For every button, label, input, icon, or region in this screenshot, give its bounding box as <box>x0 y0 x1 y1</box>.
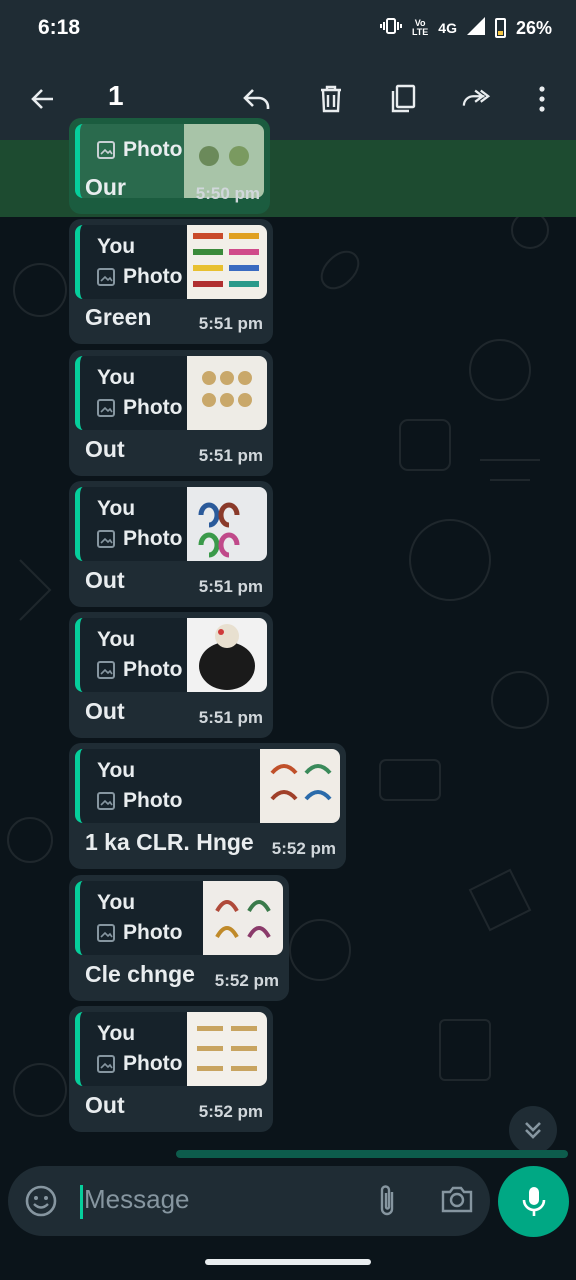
delete-icon[interactable] <box>316 84 346 114</box>
quoted-type: Photo <box>97 1052 182 1076</box>
quoted-type: Photo <box>97 921 182 945</box>
status-time: 6:18 <box>38 16 81 39</box>
status-bar: 6:18 Vo LTE 4G 26% <box>0 0 576 56</box>
quoted-thumbnail <box>187 618 267 692</box>
quoted-type: Photo <box>97 396 182 420</box>
quoted-thumbnail <box>187 1012 267 1086</box>
mic-button[interactable] <box>498 1166 569 1237</box>
quoted-author: You <box>97 628 136 651</box>
volte-icon: Vo LTE <box>411 18 429 37</box>
quoted-thumbnail <box>187 225 267 299</box>
quoted-type: Photo <box>97 527 182 551</box>
quoted-author: You <box>97 891 136 914</box>
message-time: 5:52 pm <box>198 1102 263 1121</box>
input-divider <box>176 1150 568 1158</box>
message-bubble[interactable]: You Photo Out 5:51 pm <box>69 481 273 607</box>
quoted-author: You <box>97 759 136 782</box>
text-caret <box>80 1185 83 1219</box>
message-text: Cle chnge <box>85 961 195 987</box>
message-time: 5:51 pm <box>198 314 263 333</box>
photo-icon <box>97 1055 115 1073</box>
message-composer[interactable]: Message <box>8 1166 490 1236</box>
quoted-author: You <box>97 235 136 258</box>
quoted-type: Photo <box>97 658 182 682</box>
message-text: Out <box>85 567 125 593</box>
signal-icon <box>466 16 485 40</box>
message-text: Green <box>85 304 152 330</box>
photo-icon <box>97 530 115 548</box>
quoted-thumbnail <box>260 749 340 823</box>
message-text: Out <box>85 1092 125 1118</box>
photo-icon <box>97 792 115 810</box>
message-bubble[interactable]: You Photo Out 5:52 pm <box>69 1006 273 1132</box>
double-chevron-down-icon <box>525 1122 541 1139</box>
photo-icon <box>97 268 115 286</box>
message-bubble[interactable]: You Photo Cle chnge 5:52 pm <box>69 875 289 1001</box>
message-time: 5:52 pm <box>271 839 336 858</box>
message-time: 5:51 pm <box>198 446 263 465</box>
quoted-message[interactable]: You Photo <box>75 618 267 692</box>
message-time: 5:51 pm <box>198 577 263 596</box>
mic-icon <box>522 1186 545 1216</box>
message-text: Our <box>85 174 126 200</box>
message-bubble[interactable]: You Photo 1 ka CLR. Hnge 5:52 pm <box>69 743 346 869</box>
photo-icon <box>97 661 115 679</box>
quoted-message[interactable]: You Photo <box>75 487 267 561</box>
selected-count: 1 <box>108 80 124 111</box>
quoted-author: You <box>97 497 136 520</box>
quoted-message[interactable]: You Photo <box>75 1012 267 1086</box>
attach-icon[interactable] <box>376 1183 398 1224</box>
quoted-author: You <box>97 1022 136 1045</box>
message-bubble[interactable]: You Photo Out 5:51 pm <box>69 612 273 738</box>
message-time: 5:51 pm <box>198 708 263 727</box>
photo-icon <box>97 924 115 942</box>
quoted-message[interactable]: You Photo <box>75 356 267 430</box>
home-gesture-pill[interactable] <box>205 1259 371 1265</box>
back-arrow-icon[interactable] <box>28 84 58 114</box>
photo-icon <box>97 141 115 159</box>
scroll-to-bottom-button[interactable] <box>509 1106 557 1154</box>
quoted-message[interactable]: You Photo <box>75 749 340 823</box>
photo-icon <box>97 399 115 417</box>
message-bubble[interactable]: You Photo Out 5:51 pm <box>69 350 273 476</box>
quoted-type: Photo <box>97 265 182 289</box>
message-text: Out <box>85 436 125 462</box>
emoji-icon[interactable] <box>24 1184 58 1223</box>
quoted-type: Photo <box>97 789 182 813</box>
message-bubble[interactable]: You Photo Green 5:51 pm <box>69 219 273 344</box>
message-text: 1 ka CLR. Hnge <box>85 829 254 855</box>
message-text: Out <box>85 698 125 724</box>
copy-icon[interactable] <box>388 84 418 114</box>
battery-icon <box>494 18 506 38</box>
message-time: 5:50 pm <box>195 184 260 203</box>
quoted-type: Photo <box>97 138 182 162</box>
quoted-author: You <box>97 366 136 389</box>
vibrate-icon <box>379 17 402 40</box>
battery-percent: 26% <box>515 17 552 38</box>
message-time: 5:52 pm <box>214 971 279 990</box>
quoted-thumbnail <box>187 487 267 561</box>
message-input[interactable]: Message <box>84 1184 190 1215</box>
system-nav-bar <box>0 1242 576 1280</box>
more-vert-icon[interactable] <box>527 84 557 114</box>
message-bubble[interactable]: Photo Our 5:50 pm <box>69 118 270 214</box>
quoted-thumbnail <box>187 356 267 430</box>
quoted-message[interactable]: You Photo <box>75 225 267 299</box>
camera-icon[interactable] <box>440 1184 474 1219</box>
forward-icon[interactable] <box>462 84 492 114</box>
quoted-thumbnail <box>203 881 283 955</box>
quoted-message[interactable]: You Photo <box>75 881 283 955</box>
reply-icon[interactable] <box>242 84 272 114</box>
network-type: 4G <box>438 20 457 36</box>
